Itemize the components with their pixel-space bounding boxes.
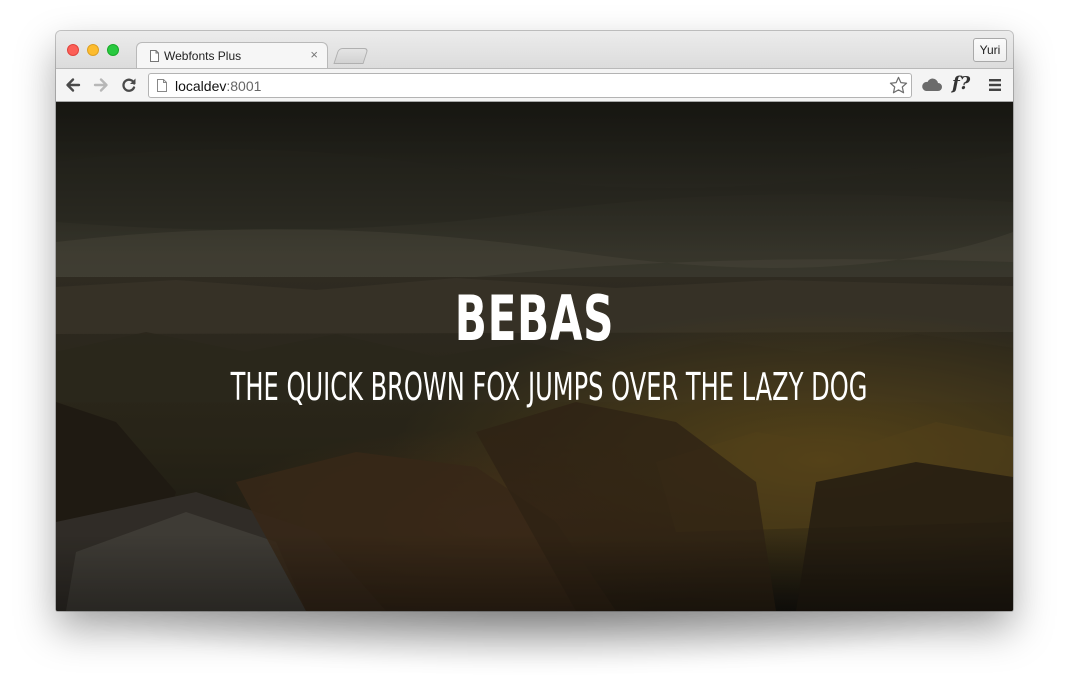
tab-close-icon[interactable]: × bbox=[310, 47, 318, 62]
dark-overlay bbox=[56, 102, 1013, 611]
page-icon bbox=[157, 79, 167, 92]
tab-title: Webfonts Plus bbox=[164, 49, 242, 63]
page-icon bbox=[150, 50, 159, 62]
browser-window: Webfonts Plus × Yuri localdev:8001 f? BE… bbox=[56, 31, 1013, 611]
profile-button[interactable]: Yuri bbox=[973, 38, 1007, 62]
close-window-button[interactable] bbox=[67, 44, 79, 56]
page-content: BEBAS THE QUICK BROWN FOX JUMPS OVER THE… bbox=[56, 102, 1013, 611]
minimize-window-button[interactable] bbox=[87, 44, 99, 56]
reload-icon[interactable] bbox=[120, 76, 138, 94]
forward-arrow-icon[interactable] bbox=[92, 76, 110, 94]
sample-text: THE QUICK BROWN FOX JUMPS OVER THE LAZY … bbox=[230, 365, 868, 409]
url-text: localdev:8001 bbox=[175, 78, 261, 94]
menu-icon[interactable] bbox=[987, 76, 1003, 94]
address-bar[interactable]: localdev:8001 bbox=[148, 73, 912, 98]
cloud-icon[interactable] bbox=[921, 76, 943, 94]
zoom-window-button[interactable] bbox=[107, 44, 119, 56]
title-bar: Webfonts Plus × Yuri bbox=[56, 31, 1013, 69]
font-name-heading: BEBAS bbox=[454, 282, 615, 355]
tab-webfonts-plus[interactable]: Webfonts Plus × bbox=[136, 42, 328, 69]
new-tab-button[interactable] bbox=[333, 48, 369, 64]
font-detect-icon[interactable]: f? bbox=[952, 73, 970, 94]
back-arrow-icon[interactable] bbox=[64, 76, 82, 94]
url-host: localdev bbox=[175, 78, 227, 94]
bookmark-star-icon[interactable] bbox=[889, 76, 908, 95]
url-port: :8001 bbox=[226, 78, 262, 94]
toolbar: localdev:8001 f? bbox=[56, 68, 1013, 102]
